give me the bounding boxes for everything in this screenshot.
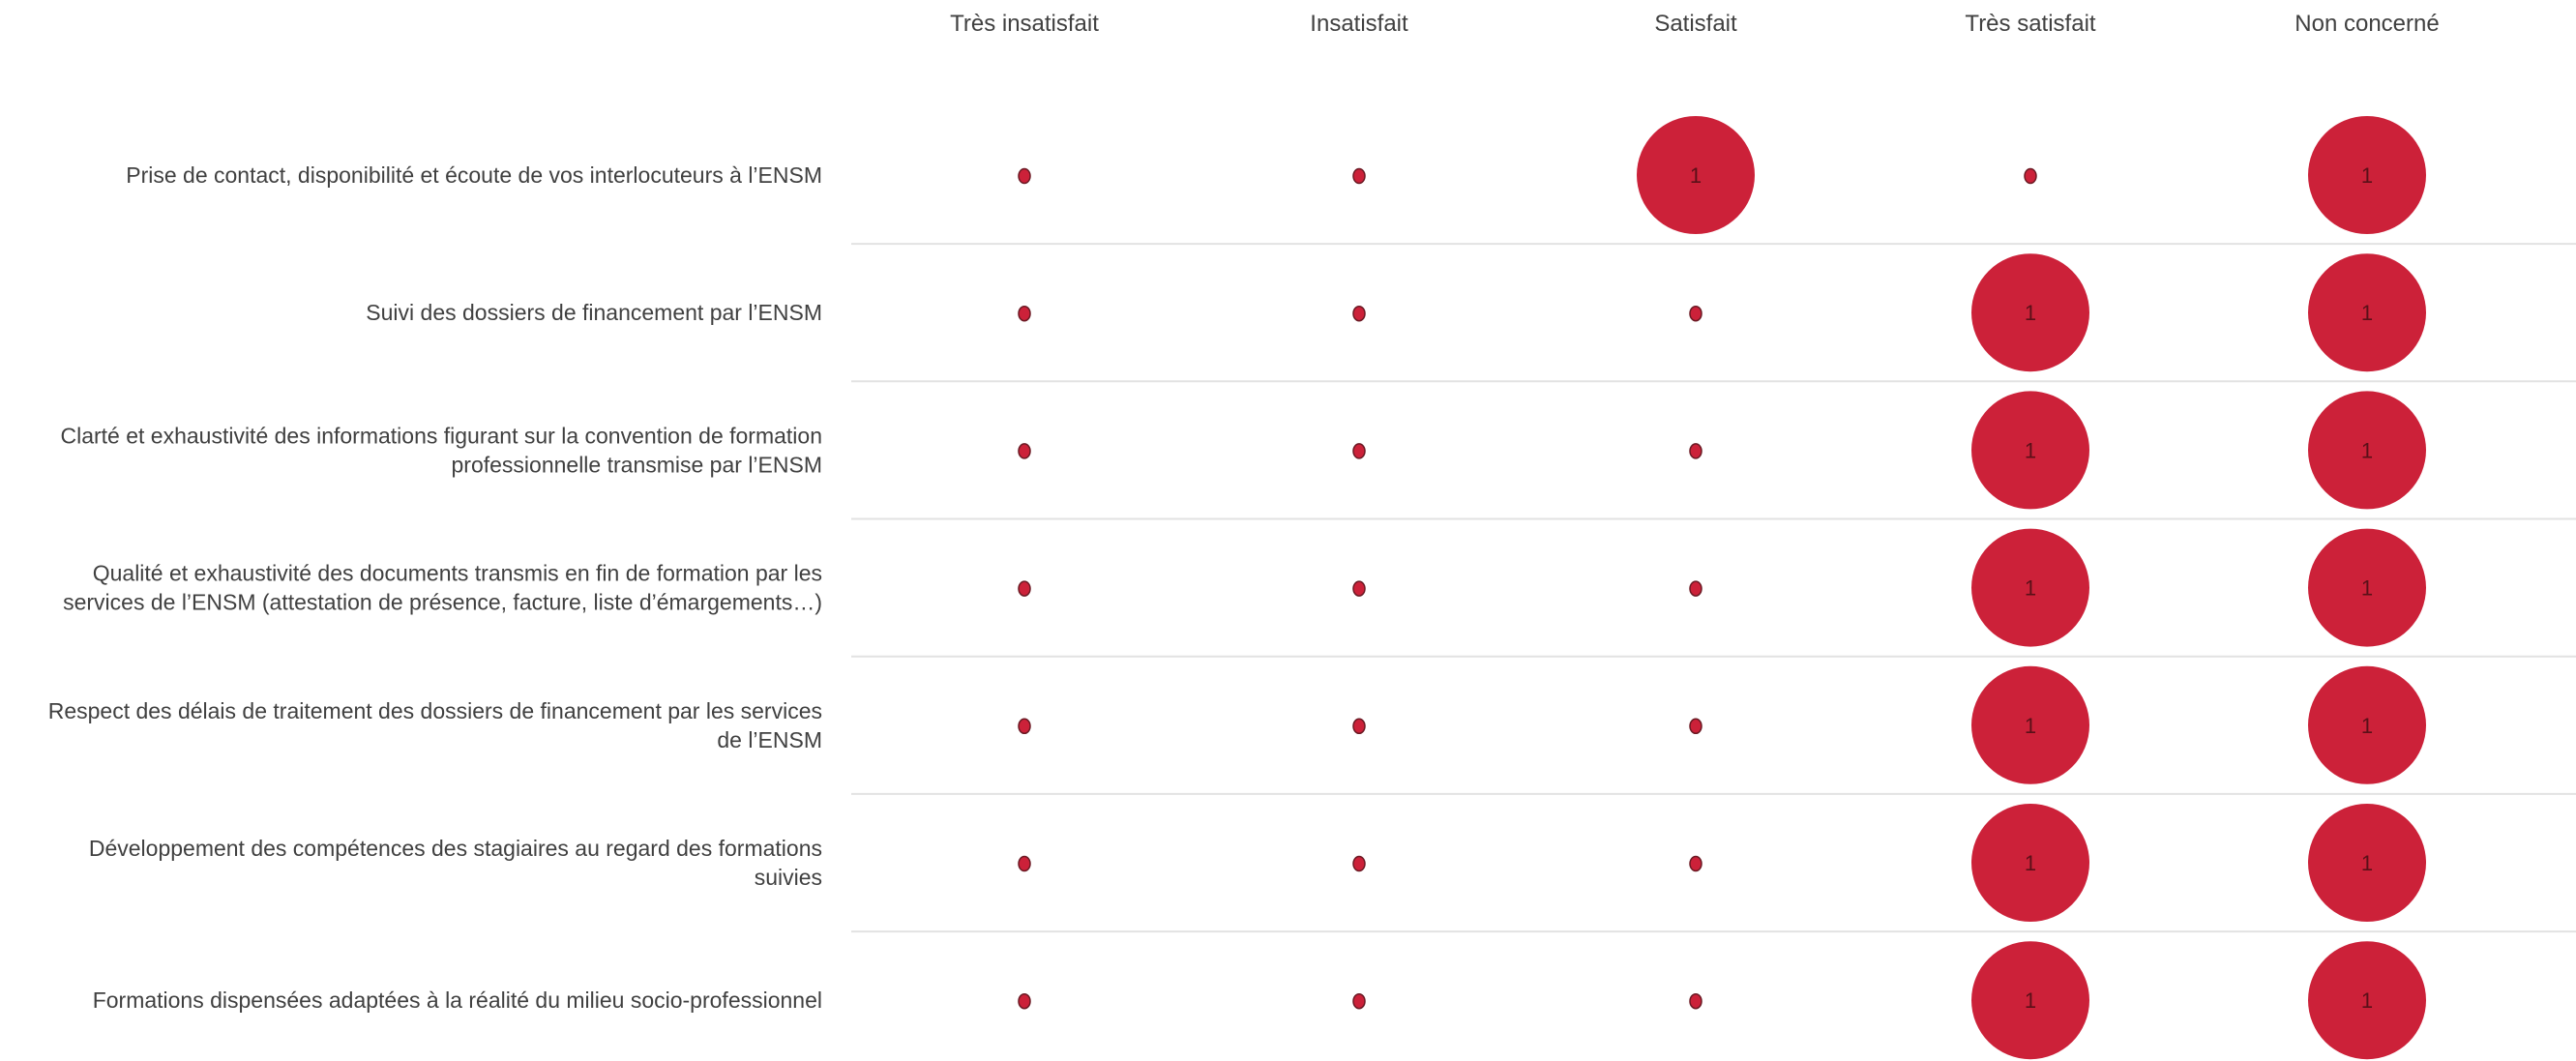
row-label: Suivi des dossiers de financement par l’… (366, 300, 822, 325)
bubble-count: 1 (1690, 163, 1702, 188)
bubble-count: 1 (2025, 988, 2036, 1013)
empty-dot (1689, 443, 1703, 459)
empty-dot (1689, 580, 1703, 597)
empty-dot (1689, 992, 1703, 1010)
column-header: Satisfait (1654, 11, 1737, 37)
empty-dot (1689, 305, 1703, 322)
row-label: Développement des compétences des stagia… (89, 836, 822, 861)
row-label: Prise de contact, disponibilité et écout… (126, 162, 822, 188)
empty-dot (1689, 855, 1703, 872)
row-label: Clarté et exhaustivité des informations … (60, 423, 822, 448)
bubble-count: 1 (2361, 163, 2373, 188)
bubble-count: 1 (2025, 438, 2036, 462)
empty-dot (1018, 305, 1031, 322)
bubble-count: 1 (2361, 988, 2373, 1013)
column-header: Très insatisfait (950, 11, 1099, 37)
row-label: de l’ENSM (717, 727, 822, 752)
empty-dot (1352, 992, 1366, 1010)
bubble-count: 1 (2361, 576, 2373, 601)
empty-dot (1018, 718, 1031, 735)
row-label: services de l’ENSM (attestation de prése… (63, 590, 822, 615)
bubble-count: 1 (2361, 851, 2373, 875)
empty-dot (1018, 855, 1031, 872)
row-label: professionnelle transmise par l’ENSM (452, 452, 823, 477)
row-label: Formations dispensées adaptées à la réal… (93, 987, 822, 1013)
empty-dot (1352, 580, 1366, 597)
empty-dot (1352, 718, 1366, 735)
empty-dot (1352, 167, 1366, 185)
bubble-matrix-chart: Très insatisfait Insatisfait Satisfait Très… (48, 11, 2576, 1060)
column-header: Non concerné (2295, 11, 2439, 37)
row-label: Qualité et exhaustivité des documents tr… (93, 561, 822, 586)
empty-dot (1352, 855, 1366, 872)
empty-dot (1352, 443, 1366, 459)
row-label: suivies (755, 865, 822, 890)
empty-dot (1018, 992, 1031, 1010)
empty-dot (1018, 443, 1031, 459)
row-labels: Prise de contact, disponibilité et écout… (48, 162, 822, 1013)
column-header: Très satisfait (1965, 11, 2095, 37)
bubble-count: 1 (2025, 576, 2036, 601)
bubble-count: 1 (2361, 438, 2373, 462)
empty-dot (1018, 167, 1031, 185)
bubble-count: 1 (2361, 301, 2373, 325)
empty-dot (1018, 580, 1031, 597)
empty-dot (1689, 718, 1703, 735)
bubble-count: 1 (2025, 714, 2036, 738)
bubbles: 1 1 1 1 1 1 1 1 1 1 1 1 1 1 (1018, 116, 2426, 1060)
column-header: Insatisfait (1310, 11, 1408, 37)
bubble-count: 1 (2025, 851, 2036, 875)
empty-dot (1352, 305, 1366, 322)
column-headers: Très insatisfait Insatisfait Satisfait Très… (950, 11, 2440, 37)
bubble-count: 1 (2361, 714, 2373, 738)
row-label: Respect des délais de traitement des dos… (48, 698, 822, 723)
bubble-count: 1 (2025, 301, 2036, 325)
empty-dot (2024, 167, 2037, 185)
